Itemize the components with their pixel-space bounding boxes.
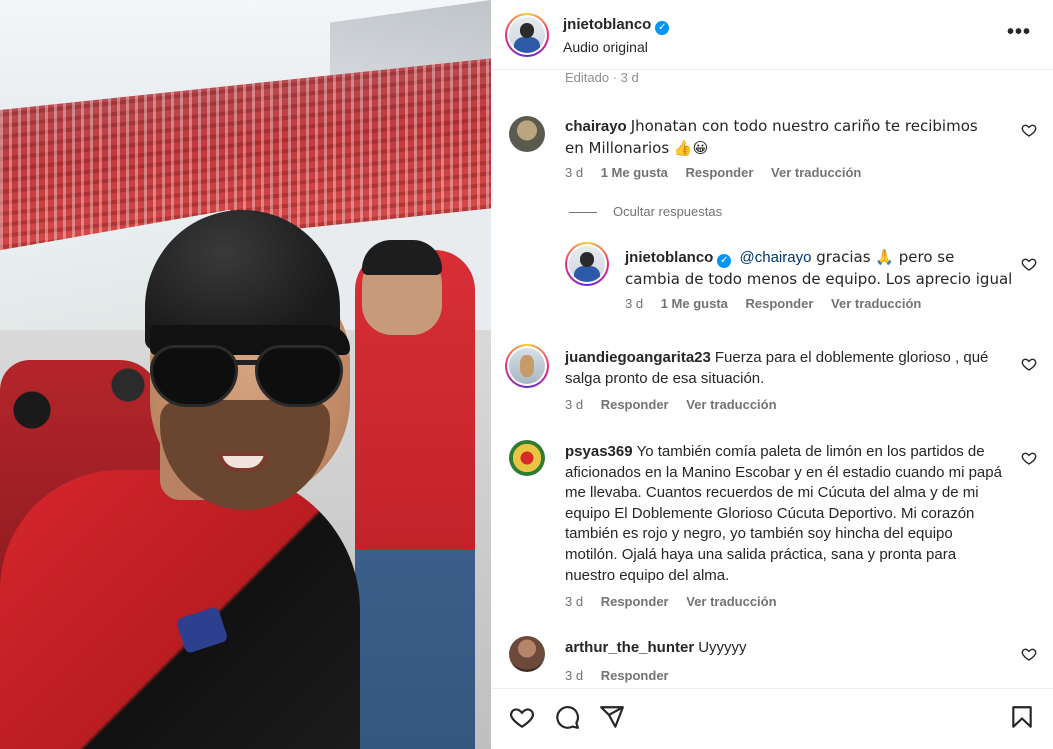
reply-username[interactable]: jnietoblanco ✓ (625, 249, 732, 268)
fan-right-hair (362, 240, 442, 275)
reply-button[interactable]: Responder (686, 165, 754, 180)
verified-badge-icon: ✓ (655, 21, 670, 35)
post-video[interactable] (0, 0, 491, 749)
comments-list[interactable]: Editado · 3 d chairayo Jhonatan con todo … (491, 70, 1053, 688)
comment-meta: 3 d Responder Ver traducción (565, 397, 791, 412)
heart-icon[interactable] (1021, 646, 1037, 662)
comment-text: psyas369 Yo también comía paleta de limón… (565, 442, 1007, 586)
heart-icon[interactable] (509, 704, 535, 730)
reply-button[interactable]: Responder (601, 397, 669, 412)
comment-meta: 3 d Responder Ver traducción (565, 594, 791, 609)
comment-item: chairayo Jhonatan con todo nuestro cariño… (491, 112, 1053, 192)
comment-time: 3 d (565, 397, 584, 412)
comment-item: psyas369 Yo también comía paleta de limón… (491, 440, 1053, 620)
hide-replies-line (569, 212, 597, 214)
comment-likes[interactable]: 1 Me gusta (601, 165, 668, 180)
reply-button[interactable]: Responder (601, 668, 669, 683)
heart-icon[interactable] (1021, 356, 1037, 372)
post-header: jnietoblanco ✓ Audio original ••• (491, 0, 1053, 70)
owner-username[interactable]: jnietoblanco ✓ (563, 16, 670, 35)
post-sidebar: jnietoblanco ✓ Audio original ••• Editado… (491, 0, 1053, 749)
comment-meta: 3 d 1 Me gusta Responder Ver traducción (565, 165, 875, 180)
more-options-icon[interactable]: ••• (1007, 22, 1031, 42)
comment-item: arthur_the_hunter Uyyyyy 3 d Responder (491, 636, 1053, 688)
bookmark-icon[interactable] (1009, 704, 1035, 730)
caption-edited-meta: Editado · 3 d (565, 70, 639, 85)
translate-button[interactable]: Ver traducción (686, 594, 776, 609)
heart-icon[interactable] (1021, 450, 1037, 466)
reply-button[interactable]: Responder (601, 594, 669, 609)
sunglasses-right-lens (255, 345, 343, 407)
heart-icon[interactable] (1021, 122, 1037, 138)
reply-item: jnietoblanco ✓ @chairayo gracias 🙏 pero s… (491, 242, 1053, 322)
reply-button[interactable]: Responder (746, 296, 814, 311)
comment-text: chairayo Jhonatan con todo nuestro cariño… (565, 116, 985, 159)
comment-item: juandiegoangarita23 Fuerza para el doblem… (491, 344, 1053, 424)
comment-time: 3 d (565, 668, 584, 683)
comment-time: 3 d (565, 594, 584, 609)
translate-button[interactable]: Ver traducción (831, 296, 921, 311)
commenter-avatar[interactable] (505, 344, 549, 388)
commenter-avatar[interactable] (509, 636, 545, 672)
comment-meta: 3 d Responder (565, 668, 683, 683)
translate-button[interactable]: Ver traducción (771, 165, 861, 180)
reply-mention[interactable]: @chairayo (740, 249, 812, 266)
comment-body: Uyyyyy (698, 639, 747, 656)
verified-badge-icon: ✓ (717, 254, 732, 268)
reply-avatar[interactable] (565, 242, 609, 286)
hide-replies-button[interactable]: Ocultar respuestas (569, 204, 722, 219)
reply-avatar-image (569, 246, 605, 282)
commenter-username[interactable]: arthur_the_hunter (565, 639, 694, 656)
man-jersey (0, 470, 360, 749)
commenter-username[interactable]: juandiegoangarita23 (565, 349, 711, 366)
comment-text: arthur_the_hunter Uyyyyy (565, 638, 1005, 659)
translate-button[interactable]: Ver traducción (686, 397, 776, 412)
hide-replies-label: Ocultar respuestas (613, 204, 723, 219)
comment-text: juandiegoangarita23 Fuerza para el doblem… (565, 348, 1005, 389)
reply-time: 3 d (625, 296, 644, 311)
owner-username-text: jnietoblanco (563, 16, 652, 33)
share-icon[interactable] (599, 704, 625, 730)
comment-time: 3 d (565, 165, 584, 180)
reply-text: jnietoblanco ✓ @chairayo gracias 🙏 pero s… (625, 247, 1013, 290)
heart-icon[interactable] (1021, 256, 1037, 272)
sunglasses-left-lens (150, 345, 238, 407)
owner-avatar[interactable] (505, 13, 549, 57)
sunglasses-bridge (236, 360, 258, 365)
comment-body: Yo también comía paleta de limón en los … (565, 443, 1002, 584)
post-actions (491, 688, 1053, 749)
comment-icon[interactable] (554, 704, 580, 730)
commenter-username[interactable]: psyas369 (565, 443, 633, 460)
audio-label[interactable]: Audio original (563, 39, 648, 55)
owner-avatar-image (509, 17, 545, 53)
commenter-avatar[interactable] (509, 116, 545, 152)
commenter-avatar-image (509, 348, 545, 384)
commenter-avatar[interactable] (509, 440, 545, 476)
commenter-username[interactable]: chairayo (565, 118, 627, 135)
reply-meta: 3 d 1 Me gusta Responder Ver traducción (625, 296, 935, 311)
reply-likes[interactable]: 1 Me gusta (661, 296, 728, 311)
reply-username-text: jnietoblanco (625, 249, 714, 266)
